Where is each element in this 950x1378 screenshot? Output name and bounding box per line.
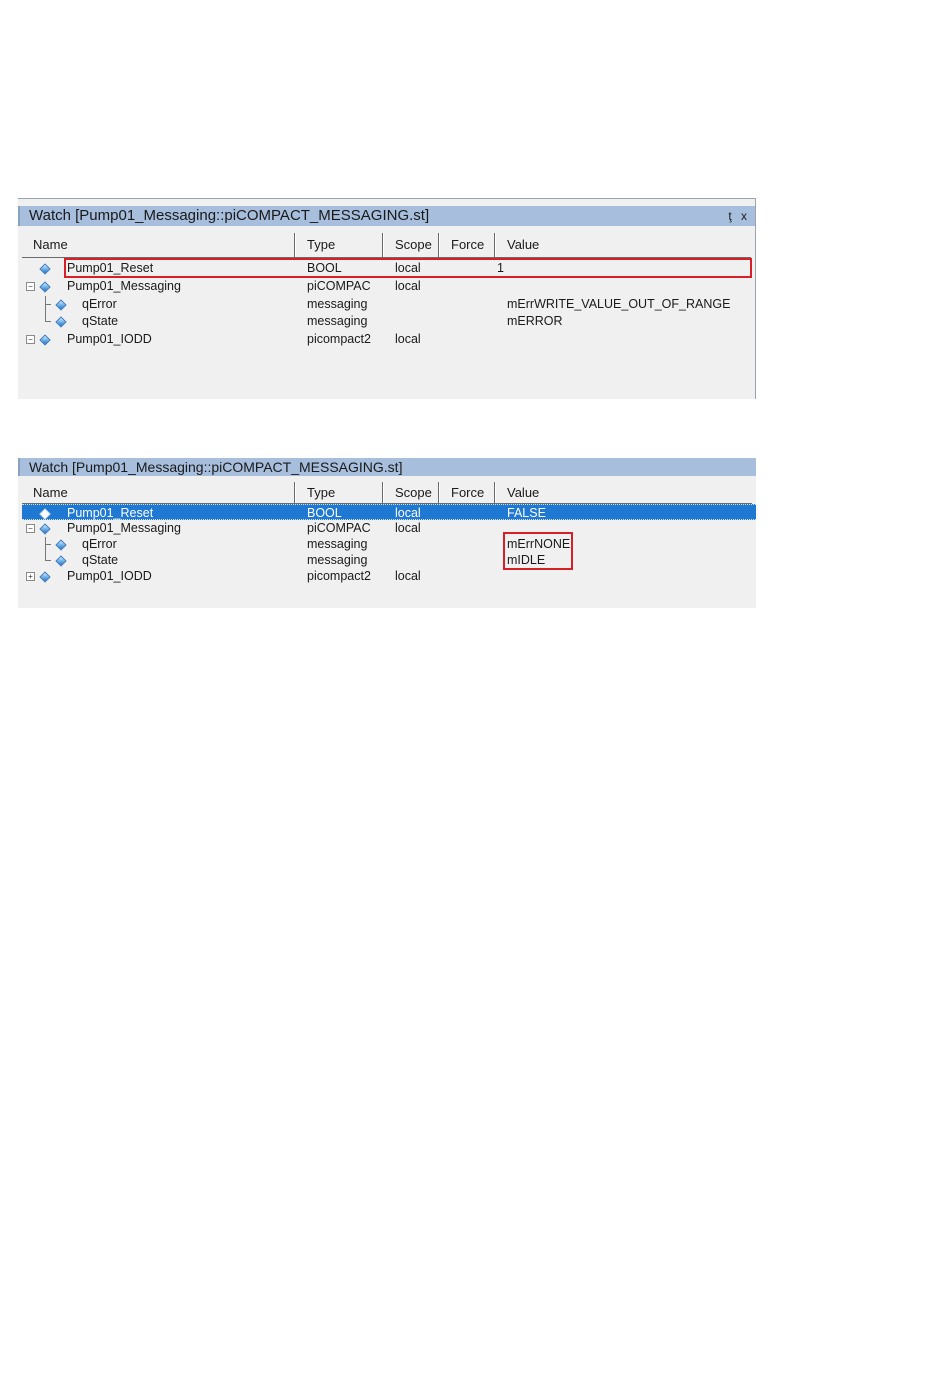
watch-title-bar[interactable]: Watch [Pump01_Messaging::piCOMPACT_MESSA… — [18, 458, 756, 476]
plus-box-icon[interactable]: + — [26, 572, 35, 581]
diamond-icon — [55, 539, 67, 551]
var-type: messaging — [307, 537, 368, 551]
highlight-box — [503, 532, 573, 570]
column-name[interactable]: Name — [22, 482, 294, 503]
var-name: qState — [82, 553, 119, 567]
var-type: picompact2 — [307, 332, 371, 346]
column-type[interactable]: Type — [296, 233, 382, 257]
watch-title: Watch [Pump01_Messaging::piCOMPACT_MESSA… — [29, 207, 430, 224]
diamond-icon — [39, 508, 51, 520]
column-scope[interactable]: Scope — [384, 233, 439, 257]
var-value[interactable]: mErrWRITE_VALUE_OUT_OF_RANGE — [507, 295, 730, 313]
var-type: BOOL — [307, 506, 342, 520]
var-name: Pump01_IODD — [67, 332, 152, 346]
diamond-icon — [55, 299, 67, 311]
var-type: messaging — [307, 314, 368, 328]
diamond-icon — [55, 555, 67, 567]
var-type: messaging — [307, 297, 368, 311]
minus-box-icon[interactable]: − — [26, 282, 35, 291]
var-name: qState — [82, 314, 119, 328]
var-scope: local — [395, 569, 421, 583]
var-name: Pump01_Messaging — [67, 521, 181, 535]
watch-row[interactable]: qState messaging mERROR — [22, 312, 751, 330]
var-name: Pump01_IODD — [67, 569, 152, 583]
var-type: piCOMPAC — [307, 521, 371, 535]
pin-icon[interactable]: ţ — [728, 209, 731, 223]
var-value[interactable]: FALSE — [507, 505, 546, 521]
watch-row[interactable]: − Pump01_Messaging piCOMPAC local — [22, 520, 752, 536]
var-scope: local — [395, 521, 421, 535]
var-scope: local — [395, 506, 421, 520]
column-header: Name Type Scope Force Value — [22, 482, 752, 504]
minus-box-icon[interactable]: − — [26, 335, 35, 344]
column-type[interactable]: Type — [296, 482, 382, 503]
watch-row[interactable]: qState messaging mIDLE — [22, 552, 752, 568]
var-type: picompact2 — [307, 569, 371, 583]
var-value[interactable]: mERROR — [507, 312, 563, 330]
watch-title-bar[interactable]: Watch [Pump01_Messaging::piCOMPACT_MESSA… — [18, 206, 755, 226]
diamond-icon — [39, 334, 51, 346]
var-name: Pump01_Messaging — [67, 279, 181, 293]
column-name[interactable]: Name — [22, 233, 294, 257]
watch-row[interactable]: Pump01_Reset BOOL local FALSE — [22, 504, 756, 520]
highlight-box — [64, 258, 752, 278]
var-type: piCOMPAC — [307, 279, 371, 293]
diamond-icon — [39, 523, 51, 535]
var-name: qError — [82, 537, 117, 551]
watch-row[interactable]: qError messaging mErrNONE — [22, 536, 752, 552]
watch-row[interactable]: − Pump01_IODD picompact2 local — [22, 330, 751, 348]
diamond-icon — [39, 571, 51, 583]
var-name: Pump01_Reset — [67, 506, 154, 520]
watch-row[interactable]: + Pump01_IODD picompact2 local — [22, 568, 752, 584]
watch-title: Watch [Pump01_Messaging::piCOMPACT_MESSA… — [29, 459, 403, 475]
close-icon[interactable]: x — [741, 209, 747, 223]
watch-row[interactable]: − Pump01_Messaging piCOMPAC local — [22, 277, 751, 295]
var-scope: local — [395, 279, 421, 293]
diamond-icon — [39, 281, 51, 293]
column-header: Name Type Scope Force Value — [22, 233, 751, 258]
column-force[interactable]: Force — [440, 482, 495, 503]
column-value[interactable]: Value — [496, 482, 756, 503]
var-scope: local — [395, 332, 421, 346]
diamond-icon — [55, 316, 67, 328]
watch-row[interactable]: qError messaging mErrWRITE_VALUE_OUT_OF_… — [22, 295, 751, 313]
var-type: messaging — [307, 553, 368, 567]
watch-panel-2: Watch [Pump01_Messaging::piCOMPACT_MESSA… — [18, 458, 756, 608]
column-value[interactable]: Value — [496, 233, 756, 257]
diamond-icon — [39, 263, 51, 275]
watch-panel-1: Watch [Pump01_Messaging::piCOMPACT_MESSA… — [18, 198, 756, 399]
minus-box-icon[interactable]: − — [26, 524, 35, 533]
column-scope[interactable]: Scope — [384, 482, 439, 503]
column-force[interactable]: Force — [440, 233, 495, 257]
var-name: qError — [82, 297, 117, 311]
